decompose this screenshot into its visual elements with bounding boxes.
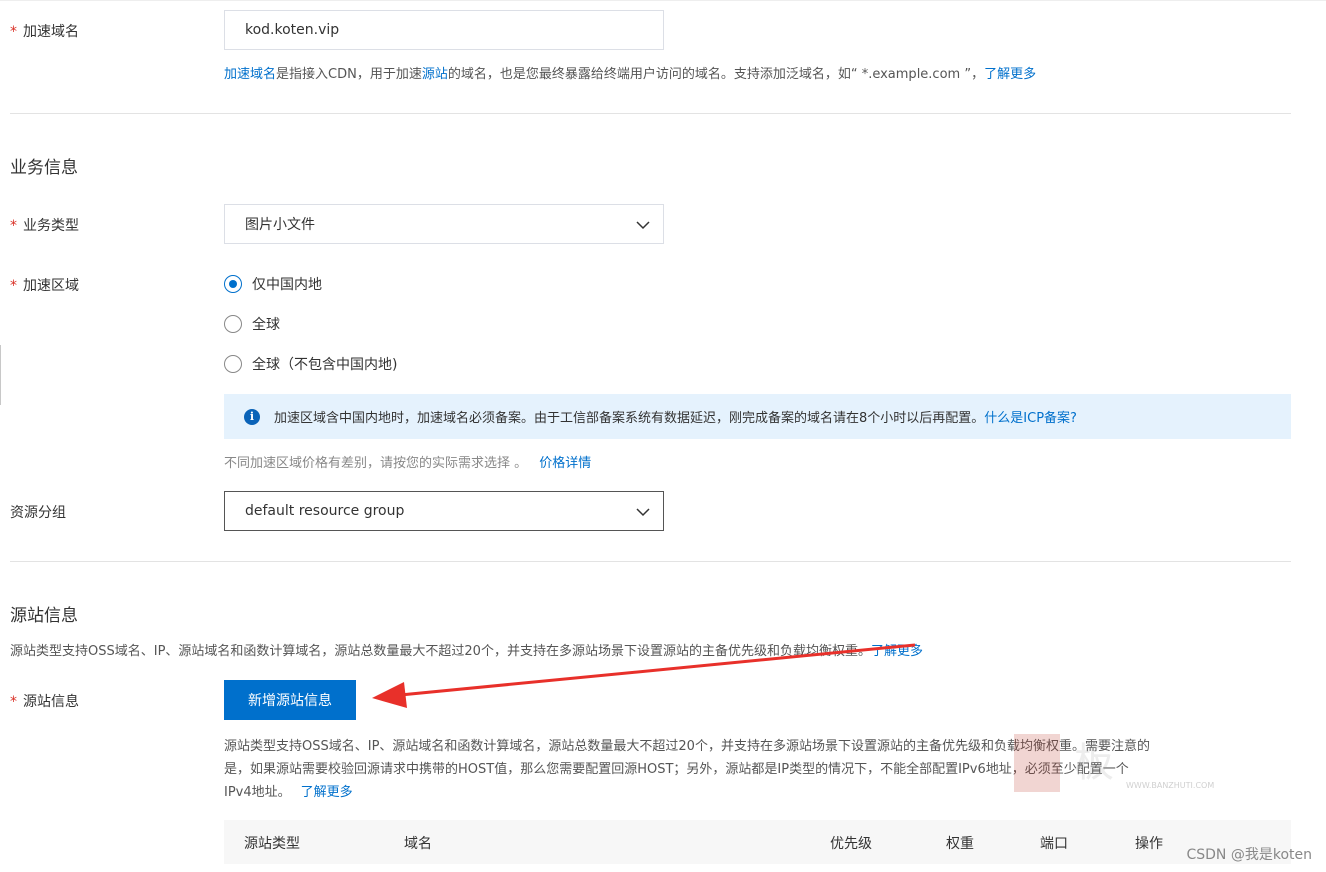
section-divider [10,561,1291,562]
radio-label: 全球（不包含中国内地) [252,357,398,373]
radio-global-exclude-mainland[interactable]: 全球（不包含中国内地) [224,354,397,374]
domain-help-part-2: 的域名，也是您最终暴露给终端用户访问的域名。支持添加泛域名，如“ *.examp… [447,67,985,82]
required-mark: * [10,218,17,234]
red-arrow-annotation [372,643,916,708]
origin-help-line-last: IPv4地址。 了解更多 [224,781,1150,804]
price-help-text: 不同加速区域价格有差别，请按您的实际需求选择 。 [224,456,528,471]
domain-label: 加速域名 [23,24,79,40]
region-label: 加速区域 [23,278,79,294]
business-type-value: 图片小文件 [245,217,315,233]
resource-group-value: default resource group [245,503,405,519]
left-edge-line [0,345,1,405]
chevron-down-icon [636,221,650,230]
radio-global[interactable]: 全球 [224,314,280,334]
col-weight: 权重 [946,836,974,852]
domain-help-text: 加速域名是指接入CDN，用于加速源站的域名，也是您最终暴露给终端用户访问的域名。… [224,63,1036,82]
col-domain: 域名 [404,836,432,852]
domain-input-value: kod.koten.vip [245,22,340,38]
business-type-select[interactable]: 图片小文件 [224,204,664,244]
region-label-row: * 加速区域 [10,275,79,295]
radio-label: 仅中国内地 [252,277,322,293]
required-mark: * [10,694,17,710]
radio-checked-icon[interactable] [224,275,242,293]
origin-help-link[interactable]: 源站 [422,67,448,82]
domain-input[interactable]: kod.koten.vip [224,10,664,50]
icp-notice: i 加速区域含中国内地时，加速域名必须备案。由于工信部备案系统有数据延迟，刚完成… [224,394,1291,439]
radio-label: 全球 [252,317,280,333]
col-origin-type: 源站类型 [244,836,300,852]
origin-field-label: 源站信息 [23,694,79,710]
domain-label-row: * 加速域名 [10,21,79,41]
section-divider [10,113,1291,114]
svg-text:板: 板 [1074,740,1114,786]
domain-help-link[interactable]: 加速域名 [224,67,276,82]
origin-table-header: 源站类型 域名 优先级 权重 端口 操作 [224,820,1291,864]
icp-link[interactable]: 什么是ICP备案? [984,407,1077,426]
resource-group-label: 资源分组 [10,505,66,521]
origin-help-line: 源站类型支持OSS域名、IP、源站域名和函数计算域名，源站总数量最大不超过20个… [224,739,1150,754]
price-detail-link[interactable]: 价格详情 [539,456,591,471]
col-priority: 优先级 [830,836,872,852]
stamp-watermark: 板 WWW.BANZHUTI.COM [1014,734,1214,792]
radio-unchecked-icon[interactable] [224,355,242,373]
notice-text: 加速区域含中国内地时，加速域名必须备案。由于工信部备案系统有数据延迟，刚完成备案… [274,411,985,426]
business-section-title: 业务信息 [10,158,78,178]
domain-help-part: 是指接入CDN，用于加速 [276,67,422,82]
learn-more-link[interactable]: 了解更多 [984,67,1036,82]
origin-field-label-row: * 源站信息 [10,691,79,711]
origin-help-line-text: IPv4地址。 [224,785,291,800]
radio-unchecked-icon[interactable] [224,315,242,333]
price-help: 不同加速区域价格有差别，请按您的实际需求选择 。 价格详情 [224,452,591,471]
business-type-label-row: * 业务类型 [10,215,79,235]
resource-group-select[interactable]: default resource group [224,491,664,531]
origin-help-text: 源站类型支持OSS域名、IP、源站域名和函数计算域名，源站总数量最大不超过20个… [224,735,1150,804]
chevron-down-icon [636,508,650,517]
radio-mainland-only[interactable]: 仅中国内地 [224,274,322,294]
add-origin-button[interactable]: 新增源站信息 [224,680,356,720]
col-actions: 操作 [1135,836,1163,852]
origin-section-title: 源站信息 [10,606,78,626]
origin-help-line: 是，如果源站需要校验回源请求中携带的HOST值，那么您需要配置回源HOST；另外… [224,762,1129,777]
learn-more-link[interactable]: 了解更多 [301,785,353,800]
top-border [0,0,1326,1]
required-mark: * [10,24,17,40]
required-mark: * [10,278,17,294]
info-icon: i [244,408,260,425]
col-port: 端口 [1040,836,1068,852]
csdn-watermark: CSDN @我是koten [1186,847,1312,863]
business-type-label: 业务类型 [23,218,79,234]
stamp-text: WWW.BANZHUTI.COM [1126,781,1214,790]
